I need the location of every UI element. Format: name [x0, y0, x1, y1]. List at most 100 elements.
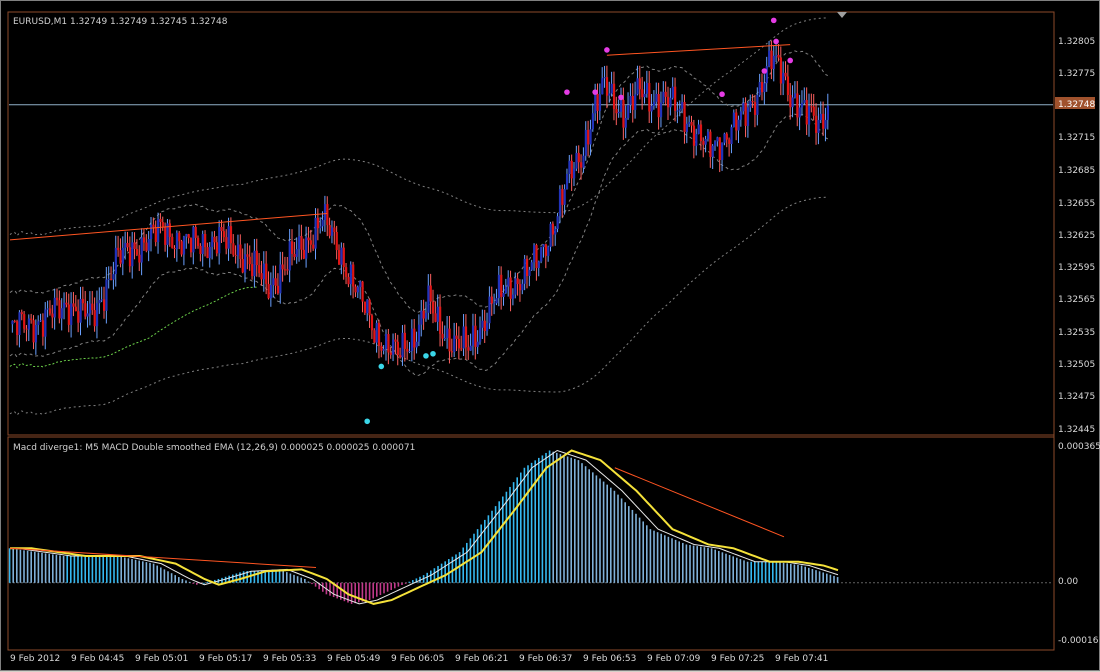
- candle-body: [556, 216, 559, 229]
- candle-body: [652, 101, 656, 106]
- candle-body: [561, 189, 564, 205]
- macd-histogram-bar: [797, 565, 799, 583]
- candle-body: [603, 77, 606, 79]
- candle-body: [18, 312, 21, 336]
- chart-canvas[interactable]: EURUSD,M1 1.32749 1.32749 1.32745 1.3274…: [1, 1, 1100, 672]
- candle-body: [443, 337, 446, 339]
- macd-histogram-bar: [782, 562, 785, 583]
- macd-histogram-bar: [728, 555, 731, 583]
- candle-body: [239, 244, 242, 259]
- candle-body: [279, 264, 282, 294]
- macd-histogram-bar: [426, 572, 428, 583]
- macd-histogram-bar: [534, 460, 536, 583]
- candle-body: [48, 308, 52, 314]
- macd-histogram-bar: [304, 578, 306, 583]
- candle-body: [305, 237, 308, 259]
- candle-body: [70, 303, 73, 325]
- candle-body: [368, 299, 371, 316]
- candle-body: [591, 113, 594, 130]
- candle-body: [194, 226, 197, 238]
- macd-histogram-bar: [808, 567, 810, 583]
- candle-body: [540, 247, 543, 262]
- price-tick: 1.32715: [1058, 133, 1095, 143]
- candle-body: [65, 302, 68, 305]
- candle-body: [645, 83, 649, 94]
- candle-body: [180, 241, 183, 255]
- candle-body: [218, 227, 221, 254]
- candle-body: [98, 300, 101, 304]
- macd-histogram-bar: [55, 554, 58, 583]
- macd-histogram-bar: [88, 555, 90, 583]
- candle-body: [728, 139, 731, 144]
- candle-body: [46, 308, 49, 310]
- candle-body: [387, 334, 390, 353]
- macd-histogram-bar: [156, 565, 158, 583]
- candle-body: [251, 264, 254, 277]
- candle-body: [86, 313, 89, 317]
- candle-body: [657, 93, 660, 118]
- candle-body: [469, 345, 472, 351]
- candle-body: [678, 108, 681, 111]
- macd-histogram-bar: [412, 580, 414, 583]
- candle-body: [349, 264, 352, 285]
- macd-histogram-bar: [718, 550, 720, 583]
- macd-histogram-bar: [714, 549, 716, 583]
- macd-histogram-bar: [196, 582, 198, 585]
- macd-histogram-bar: [642, 521, 644, 583]
- candle-body: [281, 264, 284, 270]
- candle-body: [577, 152, 580, 163]
- candle-body: [246, 254, 249, 257]
- candle-body: [32, 320, 35, 343]
- divergence-top-dot: [604, 47, 610, 53]
- macd-histogram-bar: [293, 574, 295, 583]
- indicator-info: Macd diverge1: M5 MACD Double smoothed E…: [13, 443, 415, 453]
- outer-upper-band-line: [9, 17, 828, 237]
- time-tick: 9 Feb 05:01: [135, 654, 188, 664]
- candle-body: [467, 347, 470, 351]
- macd-histogram-bar: [559, 454, 562, 583]
- chart-window[interactable]: EURUSD,M1 1.32749 1.32749 1.32745 1.3274…: [0, 0, 1100, 671]
- divergence-bottom-dot: [364, 418, 371, 425]
- candle-body: [58, 300, 61, 319]
- price-tick: 1.32655: [1058, 199, 1095, 209]
- candle-body: [547, 246, 550, 256]
- macd-histogram-bar: [502, 496, 504, 583]
- candle-body: [234, 254, 237, 256]
- macd-histogram-bar: [365, 582, 367, 601]
- candle-body: [105, 279, 108, 311]
- candle-body: [323, 204, 327, 220]
- macd-histogram-bar: [671, 538, 673, 583]
- candle-body: [361, 281, 364, 302]
- candle-body: [798, 107, 801, 118]
- candle-body: [53, 297, 56, 318]
- divergence-top-dot: [618, 94, 624, 101]
- candle-body: [23, 314, 26, 329]
- macd-histogram-bar: [736, 557, 738, 583]
- candle-body: [605, 77, 609, 96]
- macd-histogram-bar: [8, 548, 11, 583]
- candle-body: [674, 86, 677, 111]
- candle-body: [460, 348, 463, 350]
- macd-histogram-bar: [689, 545, 691, 583]
- candle-body: [385, 334, 388, 350]
- candle-body: [182, 236, 186, 255]
- candle-body: [363, 301, 367, 314]
- candle-body: [648, 83, 651, 112]
- candle-body: [37, 321, 40, 325]
- candle-body: [786, 76, 790, 95]
- price-axis: 1.32805 1.32775 1.32715 1.32685 1.32655 …: [1055, 37, 1095, 435]
- candle-body: [373, 330, 376, 343]
- divergence-top-dot: [564, 89, 570, 95]
- candle-body: [272, 278, 275, 286]
- candle-body: [739, 111, 743, 120]
- shift-marker-icon[interactable]: [837, 12, 847, 18]
- macd-histogram-bar: [142, 561, 144, 583]
- candle-body: [333, 227, 336, 232]
- macd-histogram-bar: [401, 582, 403, 585]
- macd-histogram-bar: [739, 559, 742, 583]
- candle-body: [533, 245, 536, 263]
- candle-body: [276, 285, 280, 294]
- price-tick: 1.32685: [1058, 166, 1095, 176]
- macd-histogram-bar: [354, 582, 356, 604]
- macd-histogram-bar: [16, 549, 18, 583]
